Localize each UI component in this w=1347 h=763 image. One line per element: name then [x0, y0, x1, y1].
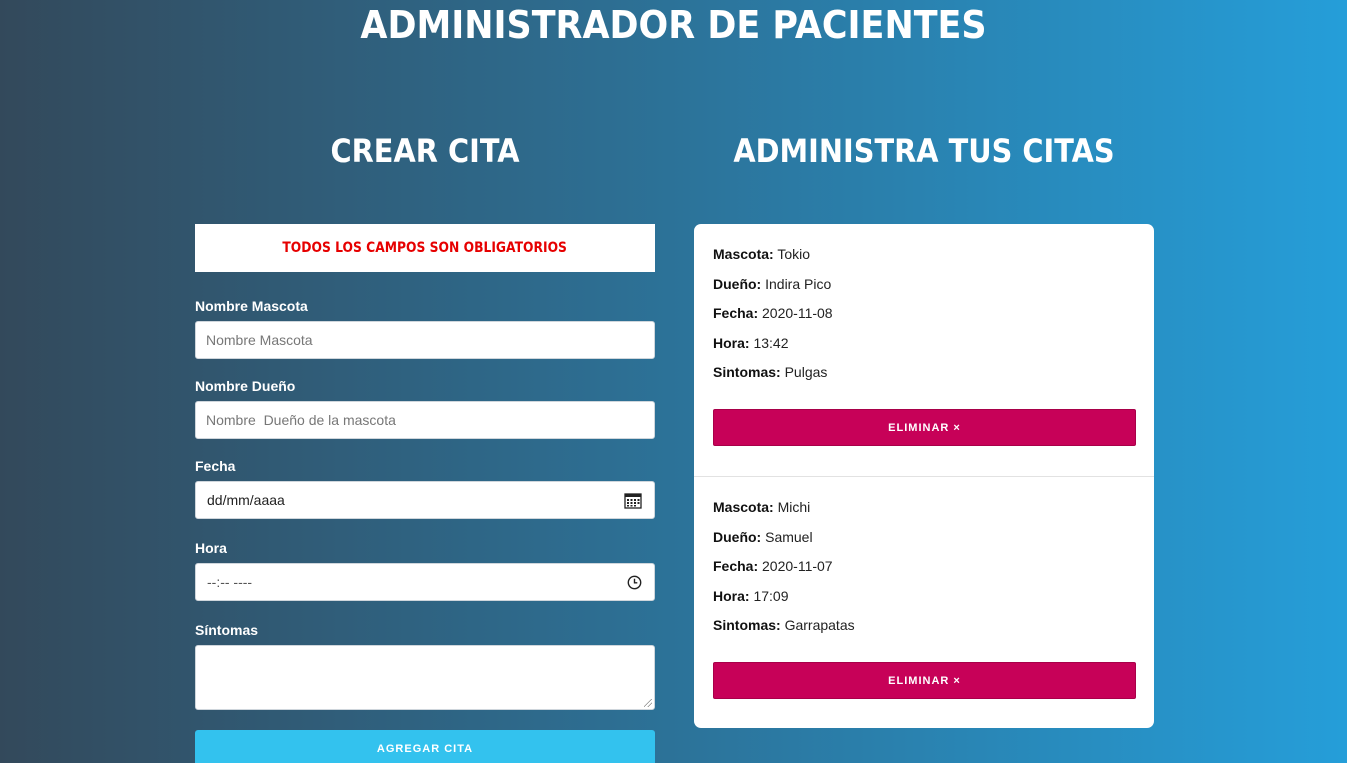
appointment-time: Hora: 13:42 — [713, 335, 1136, 352]
appointment-card: Mascota: Michi Dueño: Samuel Fecha: 2020… — [694, 476, 1154, 727]
appointment-form: TODOS LOS CAMPOS SON OBLIGATORIOS Nombre… — [195, 224, 655, 763]
appointment-symptoms: Sintomas: Garrapatas — [713, 617, 1136, 634]
appointment-owner: Dueño: Samuel — [713, 529, 1136, 546]
add-appointment-button[interactable]: AGREGAR CITA — [195, 730, 655, 763]
appointment-date: Fecha: 2020-11-08 — [713, 305, 1136, 322]
page-title: ADMINISTRADOR DE PACIENTES — [360, 3, 987, 47]
date-placeholder: dd/mm/aaaa — [207, 492, 285, 508]
date-input[interactable]: dd/mm/aaaa — [195, 481, 655, 519]
time-value: 17:09 — [753, 587, 789, 604]
appointments-list: Mascota: Tokio Dueño: Indira Pico Fecha:… — [694, 224, 1154, 728]
pet-field-label: Mascota: — [713, 246, 774, 262]
owner-value: Indira Pico — [765, 275, 832, 292]
pet-field-label: Mascota: — [713, 499, 774, 515]
appointment-pet: Mascota: Tokio — [713, 246, 1136, 263]
pet-name-label: Nombre Mascota — [195, 298, 308, 314]
time-input[interactable]: --:-- ---- — [195, 563, 655, 601]
owner-field-label: Dueño: — [713, 275, 762, 292]
owner-name-input[interactable] — [195, 401, 655, 439]
symptoms-value: Garrapatas — [784, 617, 855, 634]
calendar-icon[interactable] — [624, 492, 642, 509]
required-fields-alert-text: TODOS LOS CAMPOS SON OBLIGATORIOS — [282, 240, 568, 256]
time-value: 13:42 — [753, 334, 789, 351]
appointment-time: Hora: 17:09 — [713, 588, 1136, 605]
time-placeholder: --:-- ---- — [207, 574, 253, 590]
time-label: Hora — [195, 540, 227, 556]
time-field-label: Hora: — [713, 334, 750, 351]
symptoms-field-label: Sintomas: — [713, 364, 781, 381]
appointment-symptoms: Sintomas: Pulgas — [713, 364, 1136, 381]
manage-appointments-title: ADMINISTRA TUS CITAS — [733, 132, 1115, 170]
appointment-owner: Dueño: Indira Pico — [713, 276, 1136, 293]
owner-name-label: Nombre Dueño — [195, 378, 296, 394]
time-field-label: Hora: — [713, 587, 750, 604]
required-fields-alert: TODOS LOS CAMPOS SON OBLIGATORIOS — [195, 224, 655, 272]
pet-value: Michi — [777, 499, 811, 515]
date-label: Fecha — [195, 458, 236, 474]
create-appointment-title: CREAR CITA — [330, 132, 520, 170]
appointment-pet: Mascota: Michi — [713, 499, 1136, 516]
date-value: 2020-11-07 — [762, 558, 833, 575]
pet-name-input[interactable] — [195, 321, 655, 359]
date-field-label: Fecha: — [713, 305, 759, 322]
symptoms-value: Pulgas — [784, 364, 828, 381]
clock-icon[interactable] — [627, 575, 642, 590]
symptoms-label: Síntomas — [195, 622, 259, 638]
owner-field-label: Dueño: — [713, 528, 762, 545]
appointment-date: Fecha: 2020-11-07 — [713, 558, 1136, 575]
symptoms-textarea[interactable] — [195, 645, 655, 710]
owner-value: Samuel — [765, 528, 813, 545]
resize-grip-icon[interactable] — [644, 699, 652, 707]
pet-value: Tokio — [777, 246, 811, 262]
symptoms-field-label: Sintomas: — [713, 617, 781, 634]
appointment-card: Mascota: Tokio Dueño: Indira Pico Fecha:… — [694, 224, 1154, 476]
date-field-label: Fecha: — [713, 558, 759, 575]
date-value: 2020-11-08 — [762, 305, 833, 322]
delete-appointment-button[interactable]: ELIMINAR × — [713, 662, 1136, 699]
delete-appointment-button[interactable]: ELIMINAR × — [713, 409, 1136, 446]
